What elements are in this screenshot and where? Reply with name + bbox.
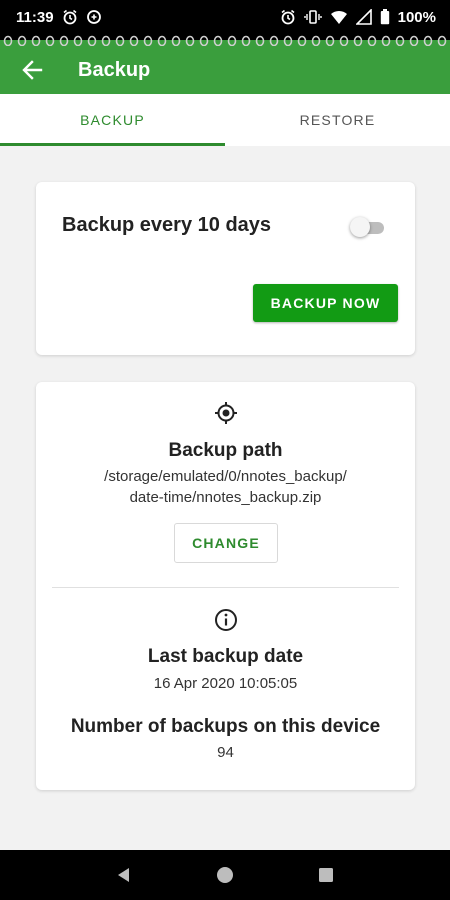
nav-recents-button[interactable] bbox=[306, 855, 346, 895]
alarm-icon bbox=[62, 9, 78, 25]
backup-path-line2: date-time/nnotes_backup.zip bbox=[129, 489, 322, 506]
arrow-back-icon bbox=[22, 60, 43, 80]
signal-icon bbox=[355, 9, 372, 25]
auto-backup-toggle[interactable] bbox=[350, 216, 388, 237]
square-recents-icon bbox=[318, 868, 333, 882]
backup-path-line1: /storage/emulated/0/nnotes_backup/ bbox=[104, 468, 347, 485]
screen: 11:39 100% Backup BACKUP RESTORE Backup … bbox=[0, 0, 450, 900]
last-backup-title: Last backup date bbox=[147, 646, 304, 667]
battery-icon bbox=[380, 9, 390, 25]
status-bar: 11:39 100% bbox=[0, 0, 450, 34]
wifi-icon bbox=[330, 9, 348, 25]
vibrate-icon bbox=[303, 9, 322, 25]
alarm-icon bbox=[280, 9, 296, 25]
backup-count-value: 94 bbox=[217, 744, 234, 761]
back-button[interactable] bbox=[0, 46, 64, 94]
circle-home-icon bbox=[216, 867, 233, 883]
tab-bar: BACKUP RESTORE bbox=[0, 94, 450, 146]
nav-home-button[interactable] bbox=[205, 855, 245, 895]
tab-restore[interactable]: RESTORE bbox=[225, 94, 450, 146]
location-target-icon bbox=[215, 402, 237, 424]
spiral-binding bbox=[0, 34, 450, 46]
status-time: 11:39 bbox=[16, 8, 54, 26]
last-backup-date: 16 Apr 2020 10:05:05 bbox=[153, 675, 298, 692]
backup-now-button[interactable]: BACKUP NOW bbox=[253, 284, 398, 322]
backup-info-card: Backup path /storage/emulated/0/nnotes_b… bbox=[36, 382, 415, 790]
toggle-thumb bbox=[350, 217, 370, 237]
divider bbox=[52, 587, 399, 588]
auto-backup-label: Backup every 10 days bbox=[62, 214, 272, 236]
data-saver-icon bbox=[86, 9, 102, 25]
page-title: Backup bbox=[78, 58, 151, 81]
backup-count-title: Number of backups on this device bbox=[70, 716, 381, 737]
tab-backup[interactable]: BACKUP bbox=[0, 94, 225, 146]
triangle-back-icon bbox=[118, 868, 130, 882]
info-icon bbox=[215, 609, 237, 631]
nav-back-button[interactable] bbox=[104, 855, 144, 895]
change-path-button[interactable]: CHANGE bbox=[174, 523, 278, 563]
battery-level: 100% bbox=[397, 8, 436, 26]
app-toolbar: Backup bbox=[0, 46, 450, 94]
backup-path-title: Backup path bbox=[168, 440, 283, 461]
system-nav-bar bbox=[0, 850, 450, 900]
auto-backup-card: Backup every 10 days BACKUP NOW bbox=[36, 182, 415, 355]
